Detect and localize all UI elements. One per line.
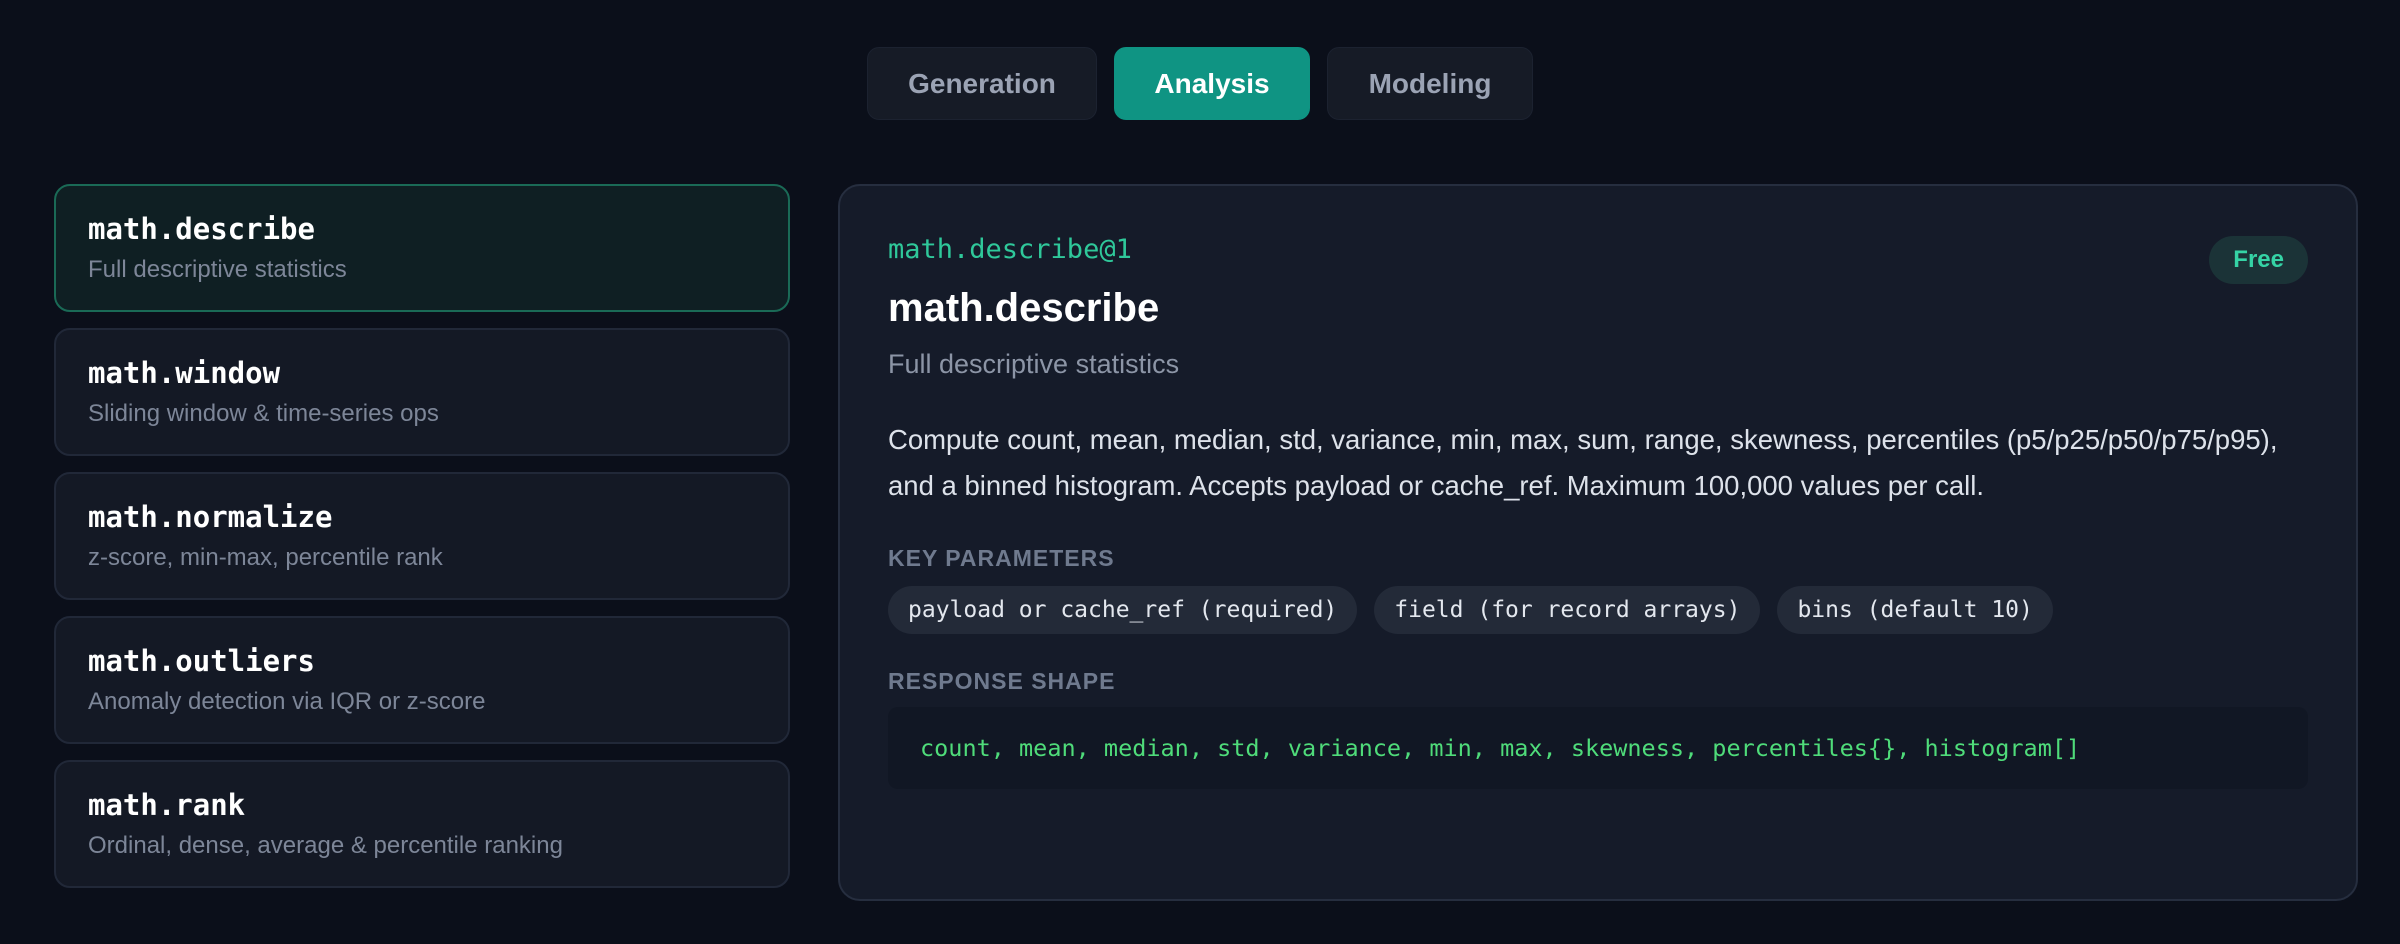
response-shape-heading: RESPONSE SHAPE	[888, 667, 1116, 694]
tab-bar: Generation Analysis Modeling	[0, 47, 2400, 120]
detail-description: Compute count, mean, median, std, varian…	[888, 423, 2278, 501]
list-item-description: Anomaly detection via IQR or z-score	[88, 687, 486, 715]
key-parameters-heading: KEY PARAMETERS	[888, 544, 1115, 571]
parameter-chip: payload or cache_ref (required)	[888, 585, 1358, 634]
list-item-name: math.normalize	[88, 500, 333, 534]
parameter-chip: bins (default 10)	[1777, 585, 2053, 634]
detail-title: math.describe	[888, 286, 1160, 331]
list-item-name: math.window	[88, 356, 281, 390]
response-shape-code: count, mean, median, std, variance, min,…	[888, 706, 2308, 789]
list-item-description: Ordinal, dense, average & percentile ran…	[88, 831, 563, 859]
tab-modeling[interactable]: Modeling	[1327, 47, 1533, 120]
list-item-math-window[interactable]: math.window Sliding window & time-series…	[54, 328, 790, 456]
function-version-id: math.describe@1	[888, 234, 1132, 265]
list-item-name: math.outliers	[88, 644, 315, 678]
tab-generation[interactable]: Generation	[867, 47, 1097, 120]
list-item-description: Full descriptive statistics	[88, 255, 347, 283]
detail-panel: math.describe@1 Free math.describe Full …	[838, 184, 2358, 901]
parameter-chip: field (for record arrays)	[1374, 585, 1761, 634]
pricing-badge: Free	[2209, 236, 2308, 284]
parameter-list: payload or cache_ref (required) field (f…	[888, 585, 2308, 634]
list-item-description: z-score, min-max, percentile rank	[88, 543, 443, 571]
list-item-math-rank[interactable]: math.rank Ordinal, dense, average & perc…	[54, 760, 790, 888]
list-item-description: Sliding window & time-series ops	[88, 399, 439, 427]
list-item-math-outliers[interactable]: math.outliers Anomaly detection via IQR …	[54, 616, 790, 744]
tab-analysis[interactable]: Analysis	[1114, 47, 1310, 120]
list-item-math-describe[interactable]: math.describe Full descriptive statistic…	[54, 184, 790, 312]
list-item-name: math.rank	[88, 788, 246, 822]
list-item-math-normalize[interactable]: math.normalize z-score, min-max, percent…	[54, 472, 790, 600]
list-item-name: math.describe	[88, 212, 315, 246]
function-list: math.describe Full descriptive statistic…	[54, 184, 790, 888]
detail-subtitle: Full descriptive statistics	[888, 349, 1180, 380]
